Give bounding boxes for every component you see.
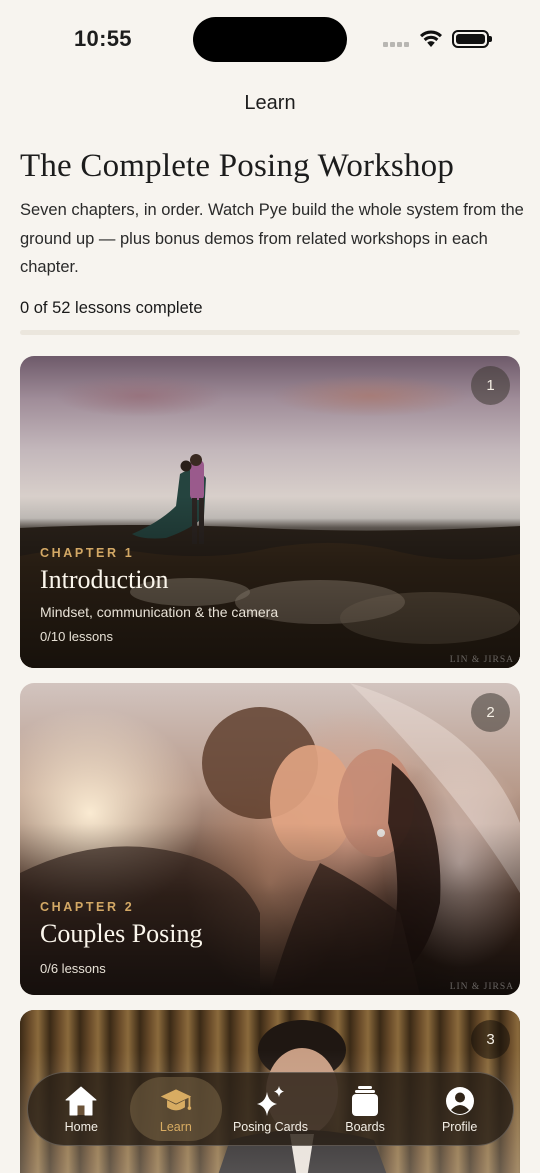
tab-boards[interactable]: Boards — [319, 1077, 411, 1141]
graduation-cap-icon — [159, 1084, 193, 1118]
tab-profile[interactable]: Profile — [414, 1077, 506, 1141]
photo-watermark: LIN & JIRSA — [449, 655, 514, 665]
chapter-label: CHAPTER 1 — [40, 546, 135, 560]
progress-bar — [20, 330, 520, 335]
boards-icon — [348, 1084, 382, 1118]
chapter-title: Introduction — [40, 565, 169, 594]
chapter-card-1[interactable]: 1 CHAPTER 1 Introduction Mindset, commun… — [20, 356, 520, 668]
battery-icon — [452, 30, 492, 48]
photo-watermark: LIN & JIRSA — [449, 982, 514, 992]
chapter-label: CHAPTER 2 — [40, 900, 135, 914]
course-title: The Complete Posing Workshop — [20, 148, 455, 184]
dynamic-island — [193, 17, 347, 62]
tab-label: Home — [64, 1120, 98, 1134]
chapter-subtitle: Mindset, communication & the camera — [40, 604, 279, 620]
status-bar: 10:55 — [0, 0, 540, 80]
tab-label: Profile — [441, 1120, 478, 1134]
signal-icon — [383, 42, 409, 47]
sparkles-icon — [253, 1084, 287, 1118]
profile-icon — [443, 1084, 477, 1118]
wifi-icon — [419, 28, 443, 52]
tab-label: Boards — [345, 1120, 385, 1134]
course-description: Seven chapters, in order. Watch Pye buil… — [20, 201, 524, 276]
tab-posing-cards[interactable]: Posing Cards — [224, 1077, 316, 1141]
tab-learn[interactable]: Learn — [129, 1077, 222, 1141]
chapter-number-badge: 2 — [471, 693, 510, 732]
tab-home[interactable]: Home — [35, 1077, 127, 1141]
progress-text: 0 of 52 lessons complete — [20, 299, 203, 317]
chapter-number-badge: 3 — [471, 1020, 510, 1059]
status-time: 10:55 — [74, 26, 132, 51]
tab-bar: Home Learn Posing Cards Boards Profile — [27, 1072, 514, 1146]
nav-title: Learn — [244, 92, 296, 114]
chapter-card-2[interactable]: 2 CHAPTER 2 Couples Posing 0/6 lessons L… — [20, 683, 520, 995]
chapter-title: Couples Posing — [40, 919, 203, 948]
chapter-number-badge: 1 — [471, 366, 510, 405]
tab-label: Posing Cards — [232, 1120, 308, 1134]
home-icon — [64, 1084, 98, 1118]
chapter-lesson-count: 0/6 lessons — [40, 961, 106, 976]
chapter-lesson-count: 0/10 lessons — [40, 629, 113, 644]
tab-label: Learn — [159, 1120, 192, 1134]
